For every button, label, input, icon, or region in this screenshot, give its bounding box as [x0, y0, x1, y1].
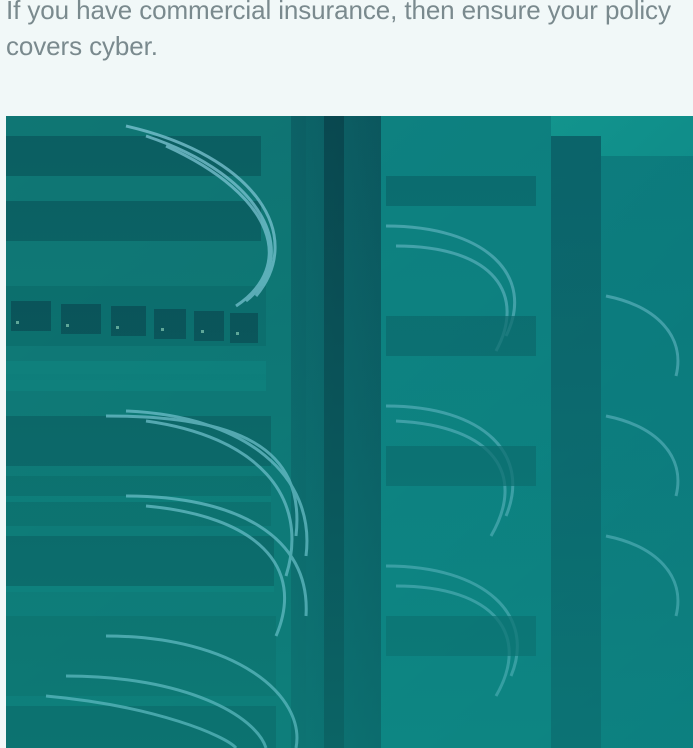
- page: If you have commercial insurance, then e…: [0, 0, 693, 748]
- intro-paragraph: If you have commercial insurance, then e…: [6, 0, 671, 61]
- hero-image: [6, 116, 693, 748]
- server-rack-illustration: [6, 116, 693, 748]
